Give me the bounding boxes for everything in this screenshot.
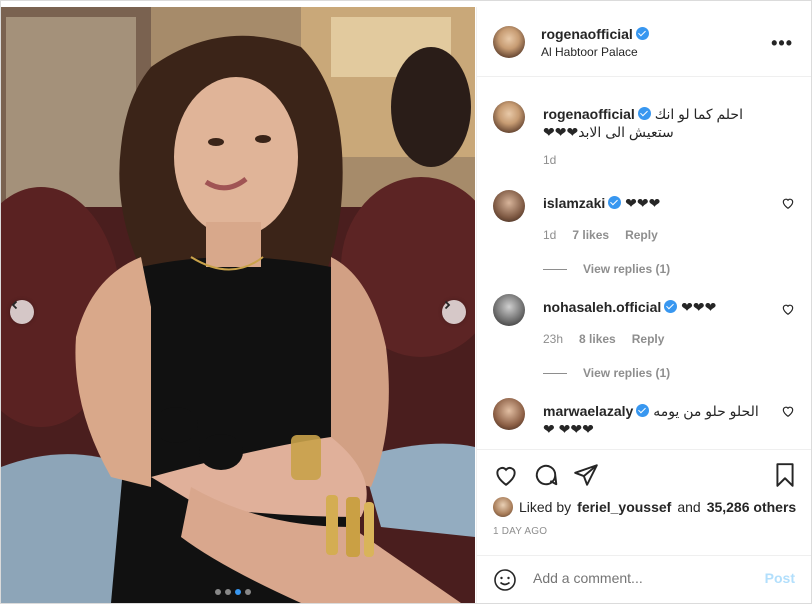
comment-body: marwaelazaly الحلو حلو من يومه ❤ ❤❤❤ xyxy=(543,402,771,438)
carousel-dot xyxy=(225,589,231,595)
comment-avatar[interactable] xyxy=(493,294,525,326)
photo-illustration xyxy=(1,7,475,603)
view-replies-label: View replies (1) xyxy=(583,366,671,380)
liked-by: Liked by feriel_youssef and 35,286 other… xyxy=(493,497,796,517)
previous-slide-button[interactable] xyxy=(10,300,34,324)
post-location[interactable]: Al Habtoor Palace xyxy=(541,45,638,59)
carousel-indicator xyxy=(215,589,251,595)
divider-line xyxy=(543,372,567,374)
verified-badge-icon xyxy=(635,27,649,40)
caption-meta: 1d xyxy=(543,153,556,167)
caption-avatar[interactable] xyxy=(493,101,525,133)
reply-button[interactable]: Reply xyxy=(632,332,665,346)
liked-by-and: and xyxy=(677,499,701,515)
reply-button[interactable]: Reply xyxy=(625,228,658,242)
share-paper-plane-icon[interactable] xyxy=(573,462,599,488)
carousel-dot xyxy=(215,589,221,595)
view-replies-button[interactable]: View replies (1) xyxy=(543,366,670,380)
next-slide-button[interactable] xyxy=(442,300,466,324)
comment-likes[interactable]: 8 likes xyxy=(579,332,616,346)
comment-text: ❤❤❤ xyxy=(681,299,717,315)
likes-count[interactable]: 35,286 others xyxy=(707,499,797,515)
comment-meta: 23h 8 likes Reply xyxy=(543,332,664,346)
post-header: rogenaofficial Al Habtoor Palace ••• xyxy=(477,7,811,77)
like-comment-heart-icon[interactable] xyxy=(781,302,795,316)
comment-avatar[interactable] xyxy=(493,190,525,222)
comment-username[interactable]: marwaelazaly xyxy=(543,403,633,419)
post-comment-button[interactable]: Post xyxy=(765,570,795,586)
caption-body: rogenaofficial احلم كما لو انك ستعيش الى… xyxy=(543,105,771,141)
verified-badge-icon xyxy=(636,404,650,417)
add-comment-bar: Post xyxy=(477,555,811,603)
liker-avatar[interactable] xyxy=(493,497,513,517)
carousel-dot-active xyxy=(235,589,241,595)
comment-bubble-icon[interactable] xyxy=(533,462,559,488)
comment-body: nohasaleh.official ❤❤❤ xyxy=(543,298,771,316)
caption-username[interactable]: rogenaofficial xyxy=(543,106,635,122)
post-side-panel: rogenaofficial Al Habtoor Palace ••• rog… xyxy=(476,7,811,603)
author-username[interactable]: rogenaofficial xyxy=(541,26,649,42)
comment-username[interactable]: islamzaki xyxy=(543,195,605,211)
liker-username[interactable]: feriel_youssef xyxy=(577,499,671,515)
comment-avatar[interactable] xyxy=(493,398,525,430)
view-replies-label: View replies (1) xyxy=(583,262,671,276)
verified-badge-icon xyxy=(608,196,622,209)
divider-line xyxy=(543,268,567,270)
save-bookmark-icon[interactable] xyxy=(772,462,798,488)
like-comment-heart-icon[interactable] xyxy=(781,404,795,418)
more-options-button[interactable]: ••• xyxy=(771,33,793,54)
comment-likes[interactable]: 7 likes xyxy=(572,228,609,242)
liked-by-prefix: Liked by xyxy=(519,499,572,515)
comment-time[interactable]: 1d xyxy=(543,228,556,242)
chevron-right-icon xyxy=(444,300,451,310)
caption-time[interactable]: 1d xyxy=(543,153,556,167)
carousel-dot xyxy=(245,589,251,595)
like-heart-icon[interactable] xyxy=(493,462,519,488)
post-photo[interactable] xyxy=(1,7,475,603)
author-username-text[interactable]: rogenaofficial xyxy=(541,26,633,42)
author-avatar[interactable] xyxy=(493,26,525,58)
comment-text: ❤❤❤ xyxy=(625,195,661,211)
comment-body: islamzaki ❤❤❤ xyxy=(543,194,771,212)
comment-username[interactable]: nohasaleh.official xyxy=(543,299,661,315)
like-comment-heart-icon[interactable] xyxy=(781,196,795,210)
verified-badge-icon xyxy=(664,300,678,313)
comment-time[interactable]: 23h xyxy=(543,332,563,346)
chevron-left-icon xyxy=(11,300,18,310)
comments-list: rogenaofficial احلم كما لو انك ستعيش الى… xyxy=(477,77,811,449)
comment-input[interactable] xyxy=(533,570,753,586)
verified-badge-icon xyxy=(637,107,651,120)
comment-meta: 1d 7 likes Reply xyxy=(543,228,658,242)
emoji-smile-icon[interactable] xyxy=(493,568,517,592)
view-replies-button[interactable]: View replies (1) xyxy=(543,262,670,276)
post-timestamp[interactable]: 1 DAY AGO xyxy=(493,526,547,537)
